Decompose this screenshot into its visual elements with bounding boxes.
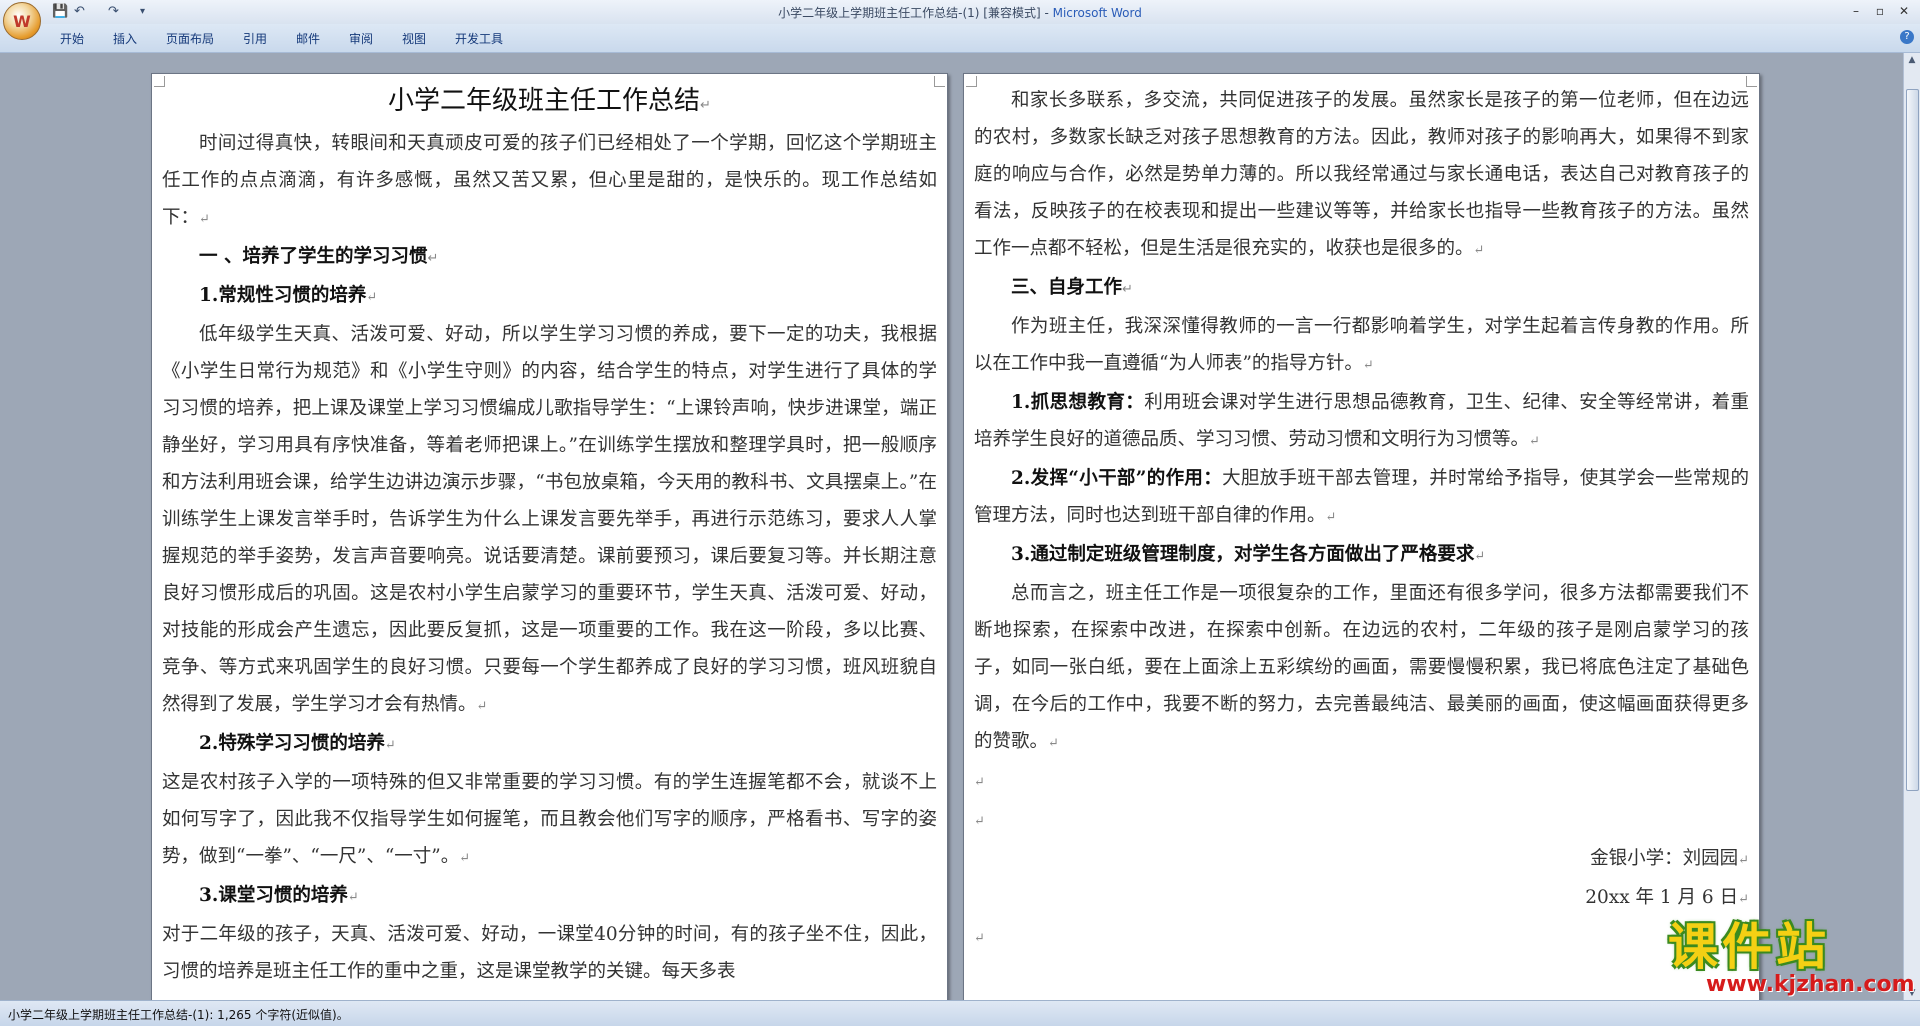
document-workspace: 小学二年级班主任工作总结↵ 时间过得真快，转眼间和天真顽皮可爱的孩子们已经相处了… <box>0 53 1904 1000</box>
watermark-logo-text: 课件站 <box>1668 918 1830 976</box>
minimize-button[interactable]: – <box>1844 2 1868 20</box>
document-page-left[interactable]: 小学二年级班主任工作总结↵ 时间过得真快，转眼间和天真顽皮可爱的孩子们已经相处了… <box>151 73 948 1000</box>
tab-developer[interactable]: 开发工具 <box>455 30 503 47</box>
role-paragraph: 作为班主任，我深深懂得教师的一言一行都影响着学生，对学生起着言传身教的作用。所以… <box>974 316 1749 374</box>
status-text: 小学二年级上学期班主任工作总结-(1): 1,265 个字符(近似值)。 <box>8 1008 349 1022</box>
tab-home[interactable]: 开始 <box>60 30 84 47</box>
maximize-button[interactable]: ▫ <box>1868 2 1892 20</box>
conclusion-paragraph: 总而言之，班主任工作是一项很复杂的工作，里面还有很多学问，很多方法都需要我们不断… <box>974 583 1749 752</box>
tab-view[interactable]: 视图 <box>402 30 426 47</box>
document-page-right[interactable]: 和家长多联系，多交流，共同促进孩子的发展。虽然家长是孩子的第一位老师，但在边远的… <box>963 73 1760 1000</box>
empty-paragraph: ↵ <box>974 814 985 829</box>
document-title: 小学二年级上学期班主任工作总结-(1) [兼容模式] - <box>778 6 1053 20</box>
continued-paragraph: 和家长多联系，多交流，共同促进孩子的发展。虽然家长是孩子的第一位老师，但在边远的… <box>974 90 1749 259</box>
empty-paragraph: ↵ <box>974 931 985 946</box>
office-logo-icon: W <box>13 11 31 31</box>
empty-paragraph: ↵ <box>974 775 985 790</box>
vertical-scrollbar[interactable]: ▲ ▼ <box>1903 53 1920 1000</box>
help-icon[interactable]: ? <box>1900 30 1914 44</box>
app-name: Microsoft Word <box>1052 6 1142 20</box>
body-paragraph-2: 这是农村孩子入学的一项特殊的但又非常重要的学习习惯。有的学生连握笔都不会，就谈不… <box>162 772 937 867</box>
item-2-paragraph: 2.发挥“小干部”的作用：大胆放手班干部去管理，并时常给予指导，使其学会一些常规… <box>974 468 1749 526</box>
subheading-1: 1.常规性习惯的培养↵ <box>199 285 378 306</box>
item-1-paragraph: 1.抓思想教育：利用班会课对学生进行思想品德教育，卫生、纪律、安全等经常讲，着重… <box>974 392 1749 450</box>
close-button[interactable]: ✕ <box>1892 2 1916 20</box>
tab-page-layout[interactable]: 页面布局 <box>166 30 214 47</box>
subheading-2: 2.特殊学习习惯的培养↵ <box>199 733 396 754</box>
window-title: 小学二年级上学期班主任工作总结-(1) [兼容模式] - Microsoft W… <box>0 4 1920 21</box>
signature-date: 20xx 年 1 月 6 日↵ <box>1585 887 1749 908</box>
scroll-thumb[interactable] <box>1906 89 1919 791</box>
section-heading-1: 一 、培养了学生的学习习惯↵ <box>199 246 439 267</box>
status-bar: 小学二年级上学期班主任工作总结-(1): 1,265 个字符(近似值)。 <box>0 1000 1920 1026</box>
document-heading: 小学二年级班主任工作总结↵ <box>388 86 711 116</box>
title-bar: W 💾 ↶ ↷ ▾ 小学二年级上学期班主任工作总结-(1) [兼容模式] - M… <box>0 0 1920 40</box>
tab-insert[interactable]: 插入 <box>113 30 137 47</box>
signature: 金银小学：刘园园↵ <box>1590 848 1749 869</box>
office-button[interactable]: W <box>3 2 41 40</box>
item-3-heading: 3.通过制定班级管理制度，对学生各方面做出了严格要求↵ <box>1011 544 1486 565</box>
section-heading-3: 三、自身工作↵ <box>1011 277 1133 298</box>
scroll-up-icon[interactable]: ▲ <box>1904 53 1920 67</box>
body-paragraph-1: 低年级学生天真、活泼可爱、好动，所以学生学习习惯的养成，要下一定的功夫，我根据《… <box>162 324 937 715</box>
subheading-3: 3.课堂习惯的培养↵ <box>199 885 359 906</box>
tab-references[interactable]: 引用 <box>243 30 267 47</box>
body-paragraph-3: 对于二年级的孩子，天真、活泼可爱、好动，一课堂40分钟的时间，有的孩子坐不住，因… <box>162 924 937 982</box>
tab-mailings[interactable]: 邮件 <box>296 30 320 47</box>
watermark-logo: 课件站 www.kjzhan.com <box>1668 920 1915 996</box>
intro-paragraph: 时间过得真快，转眼间和天真顽皮可爱的孩子们已经相处了一个学期，回忆这个学期班主任… <box>162 133 937 228</box>
ribbon-tab-bar: 开始 插入 页面布局 引用 邮件 审阅 视图 开发工具 ? <box>0 24 1920 53</box>
watermark-logo-url: www.kjzhan.com <box>1706 972 1915 997</box>
tab-review[interactable]: 审阅 <box>349 30 373 47</box>
